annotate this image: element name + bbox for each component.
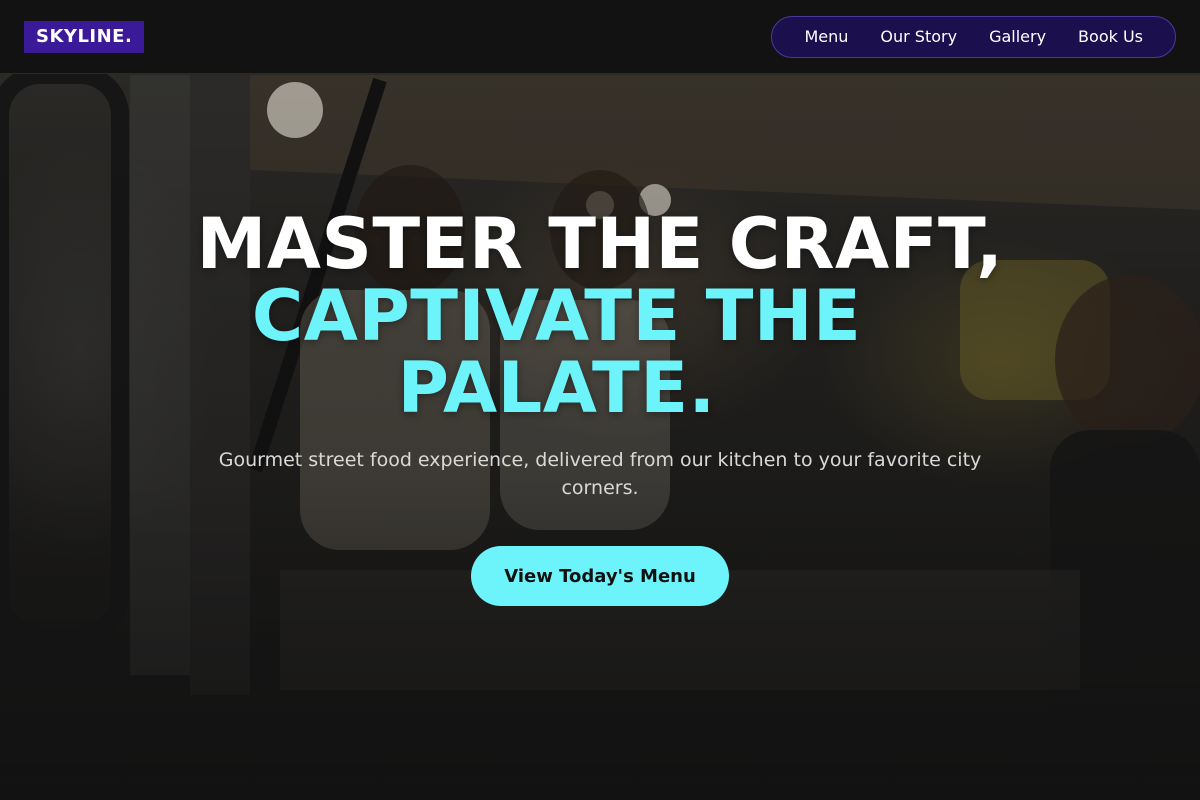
hero-headline-line2: CAPTIVATE THE PALATE.	[251, 275, 862, 429]
main-nav: Menu Our Story Gallery Book Us	[771, 16, 1176, 58]
brand-logo[interactable]: SKYLINE.	[24, 21, 145, 53]
nav-link-gallery[interactable]: Gallery	[973, 16, 1062, 58]
hero-subtext: Gourmet street food experience, delivere…	[218, 449, 982, 499]
view-menu-button[interactable]: View Today's Menu	[471, 546, 729, 606]
site-header: SKYLINE. Menu Our Story Gallery Book Us	[0, 0, 1200, 74]
hero-headline-line1: MASTER THE CRAFT,	[196, 203, 1004, 285]
hero-headline: MASTER THE CRAFT, CAPTIVATE THE PALATE.	[197, 208, 1004, 424]
nav-link-menu[interactable]: Menu	[788, 16, 864, 58]
nav-link-our-story[interactable]: Our Story	[864, 16, 973, 58]
hero-section: MASTER THE CRAFT, CAPTIVATE THE PALATE. …	[0, 208, 1200, 606]
nav-link-book-us[interactable]: Book Us	[1062, 16, 1159, 58]
